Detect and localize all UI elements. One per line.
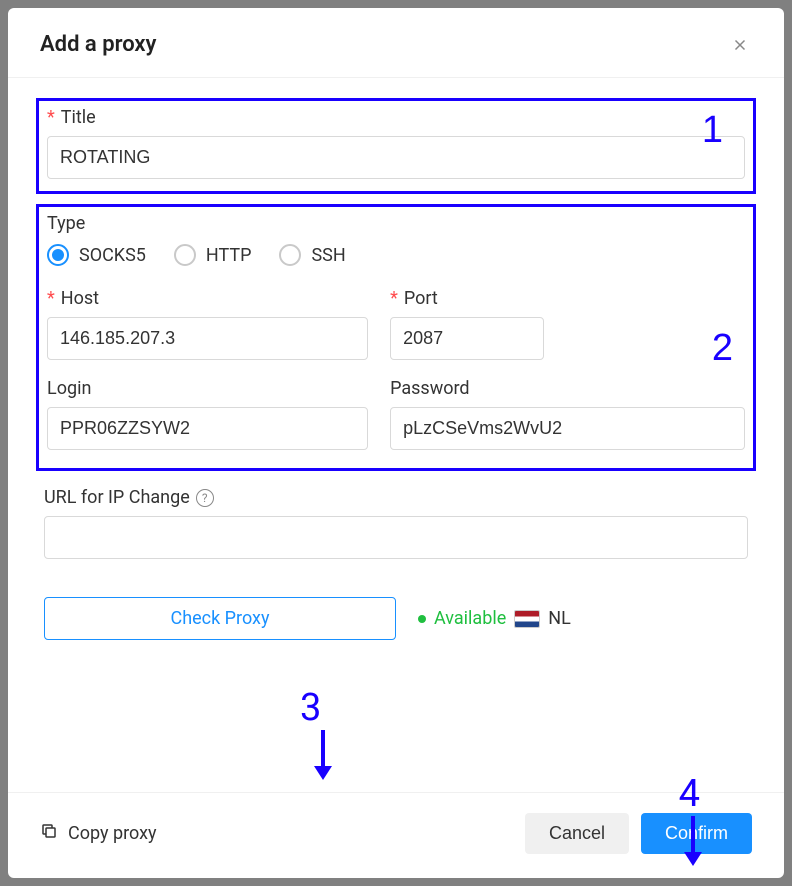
- copy-proxy-button[interactable]: Copy proxy: [40, 822, 157, 845]
- host-field-group: * Host: [47, 288, 368, 360]
- url-change-input[interactable]: [44, 516, 748, 559]
- password-field-group: Password: [390, 378, 745, 450]
- confirm-button[interactable]: Confirm: [641, 813, 752, 854]
- check-proxy-row: Check Proxy Available NL: [36, 597, 756, 640]
- port-input[interactable]: [390, 317, 544, 360]
- flag-nl-icon: [514, 610, 540, 628]
- type-radio-row: SOCKS5 HTTP SSH: [47, 244, 745, 266]
- proxy-status: Available NL: [418, 608, 571, 629]
- required-star-icon: *: [390, 288, 398, 309]
- add-proxy-modal: Add a proxy * Title 1 Type SOCKS5: [8, 8, 784, 878]
- annotation-3: 3: [300, 686, 321, 730]
- cancel-button[interactable]: Cancel: [525, 813, 629, 854]
- modal-body: * Title 1 Type SOCKS5 HTTP SSH: [8, 78, 784, 792]
- title-section-box: * Title 1: [36, 98, 756, 194]
- login-input[interactable]: [47, 407, 368, 450]
- radio-icon: [47, 244, 69, 266]
- annotation-1: 1: [702, 109, 723, 152]
- port-label: Port: [404, 288, 438, 309]
- type-label: Type: [47, 213, 745, 234]
- url-change-section: URL for IP Change ?: [36, 481, 756, 559]
- radio-icon: [174, 244, 196, 266]
- annotation-3-arrow-icon: [308, 726, 338, 782]
- url-change-label-row: URL for IP Change ?: [44, 487, 748, 508]
- close-icon: [731, 36, 749, 54]
- password-label: Password: [390, 378, 745, 399]
- login-field-group: Login: [47, 378, 368, 450]
- login-label: Login: [47, 378, 368, 399]
- url-change-label: URL for IP Change: [44, 487, 190, 508]
- type-radio-http[interactable]: HTTP: [174, 244, 252, 266]
- connection-section-box: Type SOCKS5 HTTP SSH *: [36, 204, 756, 471]
- port-field-group: * Port: [390, 288, 544, 360]
- modal-title: Add a proxy: [40, 32, 156, 57]
- modal-header: Add a proxy: [8, 8, 784, 78]
- type-radio-socks5[interactable]: SOCKS5: [47, 244, 146, 266]
- port-label-row: * Port: [390, 288, 544, 309]
- close-button[interactable]: [728, 33, 752, 57]
- help-icon[interactable]: ?: [196, 489, 214, 507]
- radio-label-socks5: SOCKS5: [79, 245, 146, 266]
- title-label: Title: [61, 107, 96, 128]
- host-label: Host: [61, 288, 99, 309]
- host-label-row: * Host: [47, 288, 368, 309]
- login-password-row: Login Password: [47, 378, 745, 450]
- check-proxy-button[interactable]: Check Proxy: [44, 597, 396, 640]
- copy-icon: [40, 822, 58, 845]
- copy-proxy-label: Copy proxy: [68, 823, 157, 844]
- title-label-row: * Title: [47, 107, 745, 128]
- host-input[interactable]: [47, 317, 368, 360]
- status-dot-icon: [418, 615, 426, 623]
- radio-label-ssh: SSH: [311, 245, 345, 266]
- host-port-row: * Host * Port: [47, 288, 745, 360]
- footer-buttons: Cancel Confirm: [525, 813, 752, 854]
- annotation-2: 2: [712, 327, 733, 370]
- status-country-code: NL: [548, 608, 571, 629]
- radio-icon: [279, 244, 301, 266]
- radio-label-http: HTTP: [206, 245, 252, 266]
- type-radio-ssh[interactable]: SSH: [279, 244, 345, 266]
- required-star-icon: *: [47, 107, 55, 128]
- title-input[interactable]: [47, 136, 745, 179]
- modal-footer: Copy proxy Cancel Confirm: [8, 792, 784, 878]
- status-available-text: Available: [434, 608, 506, 629]
- required-star-icon: *: [47, 288, 55, 309]
- password-input[interactable]: [390, 407, 745, 450]
